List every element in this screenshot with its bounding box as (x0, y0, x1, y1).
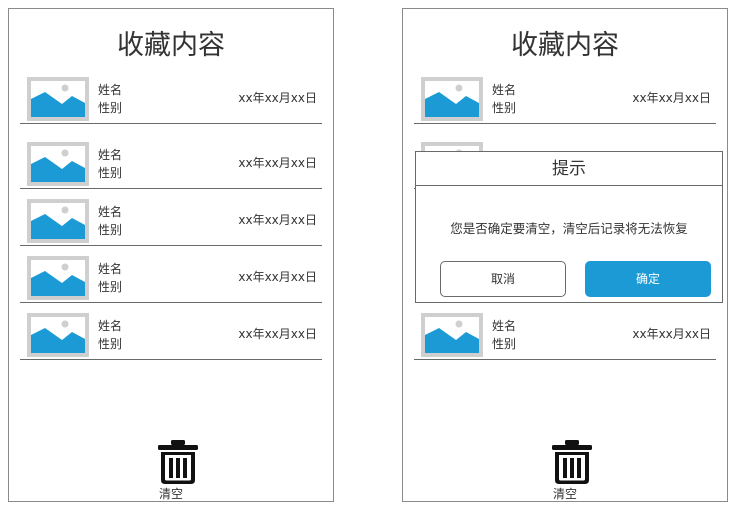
item-gender: 性别 (98, 337, 123, 351)
clear-label[interactable]: 清空 (403, 485, 727, 501)
page-title: 收藏内容 (117, 30, 225, 61)
item-name: 姓名 (98, 319, 123, 333)
list-item[interactable]: 姓名 性别 xx年xx月xx日 (20, 308, 322, 360)
item-gender: 性别 (98, 223, 123, 237)
list-item[interactable]: 姓名 性别 xx年xx月xx日 (20, 137, 322, 189)
item-name: 姓名 (492, 83, 517, 97)
confirm-button[interactable]: 确定 (585, 261, 711, 297)
image-placeholder-icon (27, 142, 89, 186)
page-title: 收藏内容 (511, 30, 619, 61)
item-gender: 性别 (492, 337, 517, 351)
item-gender: 性别 (98, 101, 123, 115)
list-item[interactable]: 姓名 性别 xx年xx月xx日 (20, 194, 322, 246)
trash-icon[interactable] (156, 439, 200, 485)
cancel-button[interactable]: 取消 (440, 261, 566, 297)
dialog-title: 提示 (416, 152, 722, 186)
item-name: 姓名 (98, 262, 123, 276)
item-name: 姓名 (492, 319, 517, 333)
confirm-dialog: 提示 您是否确定要清空，清空后记录将无法恢复 取消 确定 (415, 151, 723, 303)
item-name: 姓名 (98, 205, 123, 219)
image-placeholder-icon (421, 77, 483, 121)
image-placeholder-icon (27, 199, 89, 243)
item-date: xx年xx月xx日 (238, 270, 317, 284)
image-placeholder-icon (27, 256, 89, 300)
item-gender: 性别 (98, 280, 123, 294)
list-item[interactable]: 姓名 性别 xx年xx月xx日 (20, 72, 322, 124)
list-item[interactable]: 姓名 性别 xx年xx月xx日 (20, 251, 322, 303)
image-placeholder-icon (421, 313, 483, 357)
image-placeholder-icon (27, 77, 89, 121)
item-date: xx年xx月xx日 (238, 327, 317, 341)
item-date: xx年xx月xx日 (632, 91, 711, 105)
item-date: xx年xx月xx日 (238, 156, 317, 170)
favorites-screen-right: 收藏内容 姓名 性别 xx年xx月xx日 姓名 性别 xx年xx月xx日 提示 … (402, 8, 728, 502)
item-gender: 性别 (492, 101, 517, 115)
item-date: xx年xx月xx日 (238, 213, 317, 227)
item-gender: 性别 (98, 166, 123, 180)
favorites-screen-left: 收藏内容 姓名 性别 xx年xx月xx日 姓名 性别 xx年xx月xx日 姓名 … (8, 8, 334, 502)
item-date: xx年xx月xx日 (632, 327, 711, 341)
list-item[interactable]: 姓名 性别 xx年xx月xx日 (414, 308, 716, 360)
item-name: 姓名 (98, 83, 123, 97)
trash-icon[interactable] (550, 439, 594, 485)
item-date: xx年xx月xx日 (238, 91, 317, 105)
dialog-message: 您是否确定要清空，清空后记录将无法恢复 (450, 221, 688, 236)
clear-label[interactable]: 清空 (9, 485, 333, 501)
list-item[interactable]: 姓名 性别 xx年xx月xx日 (414, 72, 716, 124)
item-name: 姓名 (98, 148, 123, 162)
image-placeholder-icon (27, 313, 89, 357)
